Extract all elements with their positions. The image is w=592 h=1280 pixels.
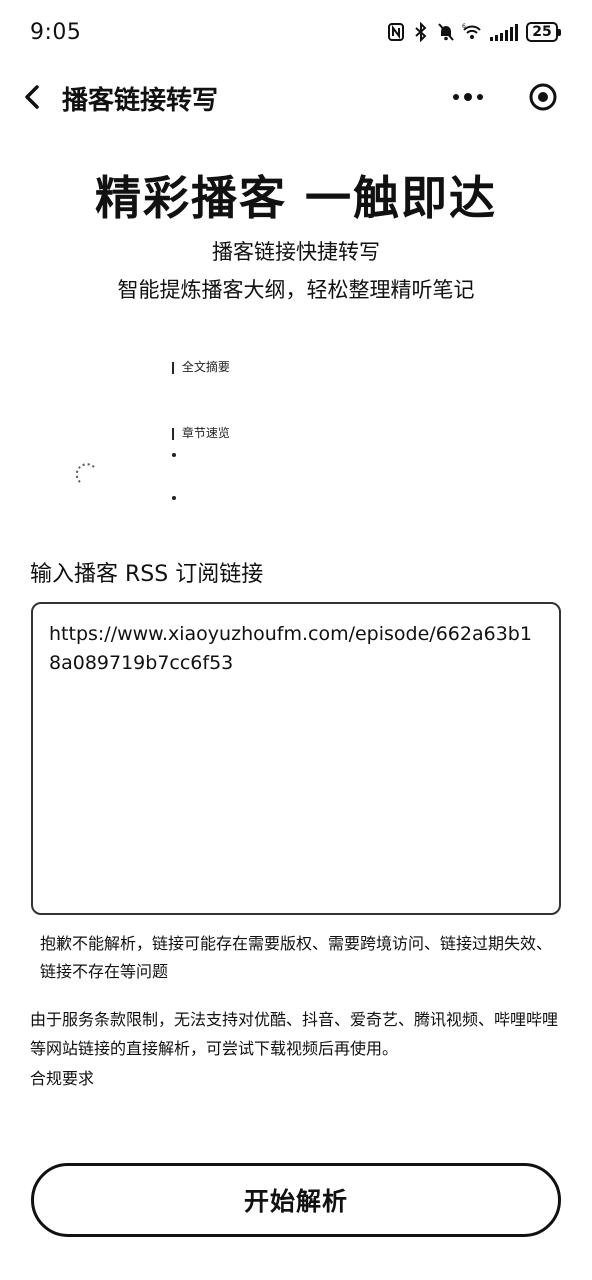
status-bar: 9:05 6 25 [0,0,592,68]
page-title: 播客链接转写 [62,86,219,116]
preview-bullet [172,496,176,500]
preview-illustration: ❙ 全文摘要 ❙ 章节速览 [0,340,592,520]
service-notice: 由于服务条款限制，无法支持对优酷、抖音、爱奇艺、腾讯视频、哔哩哔哩等网站链接的直… [30,1010,559,1058]
preview-heading-summary-text: 全文摘要 [181,360,230,374]
loading-spinner-icon [76,463,95,483]
hero-subtitle-1: 播客链接快捷转写 [212,240,380,264]
nav-bar: 播客链接转写 [0,68,592,128]
error-message: 抱歉不能解析，链接可能存在需要版权、需要跨境访问、链接过期失效、链接不存在等问题 [40,934,553,981]
preview-heading-chapters: ❙ 章节速览 [168,424,230,441]
start-parse-button[interactable]: 开始解析 [31,1163,561,1237]
wifi-icon: 6 [462,23,481,39]
heading-marker: ❙ [168,426,182,440]
hero-title: 精彩播客 一触即达 [94,171,497,225]
preview-bullet [172,453,176,457]
preview-heading-summary: ❙ 全文摘要 [168,358,230,375]
bluetooth-icon [415,22,427,42]
rss-input-label: 输入播客 RSS 订阅链接 [30,562,264,587]
rss-url-input[interactable]: https://www.xiaoyuzhoufm.com/episode/662… [31,602,561,915]
target-icon[interactable] [528,82,558,112]
battery-icon: 25 [526,22,561,42]
mute-bell-icon [438,23,454,41]
compliance-link[interactable]: 合规要求 [30,1065,94,1089]
signal-icon [490,24,518,41]
preview-heading-chapters-text: 章节速览 [181,426,230,440]
hero-subtitle-2: 智能提炼播客大纲，轻松整理精听笔记 [117,278,475,302]
status-icons: 6 25 [387,22,561,42]
nfc-icon [388,23,404,41]
heading-marker: ❙ [168,360,182,374]
svg-text:6: 6 [462,23,466,30]
chevron-left-icon[interactable] [18,82,48,112]
status-time: 9:05 [30,20,82,45]
more-dots-icon[interactable] [452,84,484,110]
